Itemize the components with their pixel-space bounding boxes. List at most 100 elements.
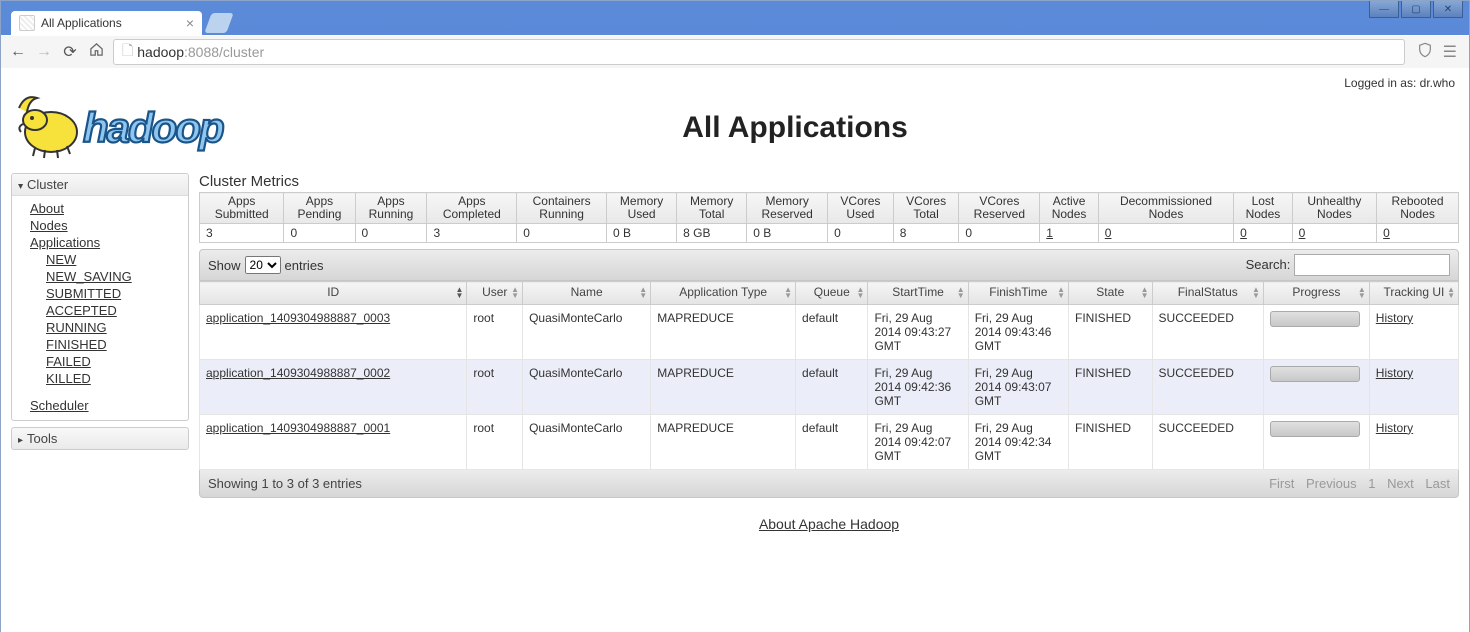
column-header[interactable]: Queue▲▼ [796,282,868,304]
tracking-link[interactable]: History [1376,366,1413,380]
sidebar-state-failed[interactable]: FAILED [12,353,188,370]
metrics-header: MemoryTotal [677,193,747,224]
metrics-cell: 0 [828,224,894,243]
datatable-bottom-bar: Showing 1 to 3 of 3 entries First Previo… [199,470,1459,498]
close-window-button[interactable]: ✕ [1433,1,1463,18]
tracking-link[interactable]: History [1376,421,1413,435]
cell-id: application_1409304988887_0003 [200,304,467,359]
pager-first[interactable]: First [1269,476,1294,491]
tab-close-icon[interactable]: × [186,15,194,31]
sidebar: Cluster About Nodes Applications NEWNEW_… [11,173,189,532]
forward-button[interactable]: → [35,43,53,61]
metrics-cell: 8 GB [677,224,747,243]
sidebar-link-about[interactable]: About [12,200,188,217]
cell-progress [1263,359,1369,414]
search-input[interactable] [1294,254,1450,276]
cell-state: FINISHED [1068,304,1152,359]
tab-bar: All Applications × [1,11,1469,35]
column-header[interactable]: FinishTime▲▼ [968,282,1068,304]
column-header[interactable]: ID▲▼ [200,282,467,304]
sidebar-cluster-header[interactable]: Cluster [12,174,188,196]
pager-current[interactable]: 1 [1368,476,1375,491]
browser-tab[interactable]: All Applications × [11,11,202,35]
hadoop-logo[interactable]: hadoop [11,90,311,165]
metrics-header: AppsSubmitted [200,193,284,224]
browser-window: — ▢ ✕ All Applications × ← → ⟳ 🗋 hadoop:… [0,0,1470,632]
svg-text:hadoop: hadoop [83,104,224,151]
app-id-link[interactable]: application_1409304988887_0002 [206,366,390,380]
url-path: :8088/cluster [184,44,264,60]
cell-user: root [467,304,523,359]
page-title: All Applications [311,111,1279,145]
menu-icon[interactable]: ☰ [1443,42,1457,63]
cell-type: MAPREDUCE [651,359,796,414]
column-header[interactable]: User▲▼ [467,282,523,304]
progress-bar [1270,421,1360,437]
pager-last[interactable]: Last [1425,476,1450,491]
metrics-header: RebootedNodes [1377,193,1459,224]
metrics-header: AppsCompleted [427,193,517,224]
sidebar-cluster-panel: Cluster About Nodes Applications NEWNEW_… [11,173,189,421]
show-entries-select[interactable]: 20 [245,256,281,274]
back-button[interactable]: ← [9,43,27,61]
sidebar-state-submitted[interactable]: SUBMITTED [12,285,188,302]
browser-toolbar: ← → ⟳ 🗋 hadoop:8088/cluster ☰ [1,35,1469,68]
metrics-cell: 0 [284,224,355,243]
about-hadoop-link[interactable]: About Apache Hadoop [759,516,899,532]
metrics-header: ActiveNodes [1040,193,1099,224]
pager-prev[interactable]: Previous [1306,476,1357,491]
app-id-link[interactable]: application_1409304988887_0003 [206,311,390,325]
pager-next[interactable]: Next [1387,476,1414,491]
column-header[interactable]: StartTime▲▼ [868,282,968,304]
show-label: Show [208,258,241,273]
metrics-cell: 0 [1098,224,1233,243]
tab-title: All Applications [41,16,122,30]
sidebar-state-finished[interactable]: FINISHED [12,336,188,353]
cell-start: Fri, 29 Aug 2014 09:43:27 GMT [868,304,968,359]
page-content: Logged in as: dr.who hadoop [1,68,1469,632]
metrics-cell: 0 [959,224,1040,243]
sidebar-state-accepted[interactable]: ACCEPTED [12,302,188,319]
footer: About Apache Hadoop [199,516,1459,532]
metrics-link[interactable]: 0 [1240,226,1247,240]
metrics-cell: 1 [1040,224,1099,243]
reload-button[interactable]: ⟳ [61,42,79,62]
cell-type: MAPREDUCE [651,414,796,469]
metrics-cell: 3 [427,224,517,243]
column-header[interactable]: State▲▼ [1068,282,1152,304]
metrics-header: DecommissionedNodes [1098,193,1233,224]
sidebar-state-killed[interactable]: KILLED [12,370,188,387]
metrics-cell: 3 [200,224,284,243]
sidebar-link-scheduler[interactable]: Scheduler [12,397,188,414]
sidebar-state-new[interactable]: NEW [12,251,188,268]
cell-id: application_1409304988887_0001 [200,414,467,469]
sidebar-tools-header[interactable]: Tools [11,427,189,450]
column-header[interactable]: Progress▲▼ [1263,282,1369,304]
metrics-header: VCoresUsed [828,193,894,224]
sidebar-state-running[interactable]: RUNNING [12,319,188,336]
app-id-link[interactable]: application_1409304988887_0001 [206,421,390,435]
column-header[interactable]: Name▲▼ [523,282,651,304]
address-bar[interactable]: 🗋 hadoop:8088/cluster [113,39,1405,65]
sidebar-link-nodes[interactable]: Nodes [12,217,188,234]
new-tab-button[interactable] [204,13,233,33]
maximize-button[interactable]: ▢ [1401,1,1431,18]
tracking-link[interactable]: History [1376,311,1413,325]
metrics-link[interactable]: 0 [1383,226,1390,240]
column-header[interactable]: Application Type▲▼ [651,282,796,304]
column-header[interactable]: Tracking UI▲▼ [1369,282,1458,304]
metrics-link[interactable]: 0 [1105,226,1112,240]
cell-start: Fri, 29 Aug 2014 09:42:36 GMT [868,359,968,414]
cell-queue: default [796,304,868,359]
minimize-button[interactable]: — [1369,1,1399,18]
url-host: hadoop [137,44,184,60]
metrics-link[interactable]: 1 [1046,226,1053,240]
home-button[interactable] [87,42,105,62]
shield-icon[interactable] [1417,42,1433,63]
cell-final: SUCCEEDED [1152,414,1263,469]
metrics-link[interactable]: 0 [1299,226,1306,240]
cell-final: SUCCEEDED [1152,359,1263,414]
sidebar-link-applications[interactable]: Applications [12,234,188,251]
sidebar-state-new_saving[interactable]: NEW_SAVING [12,268,188,285]
column-header[interactable]: FinalStatus▲▼ [1152,282,1263,304]
